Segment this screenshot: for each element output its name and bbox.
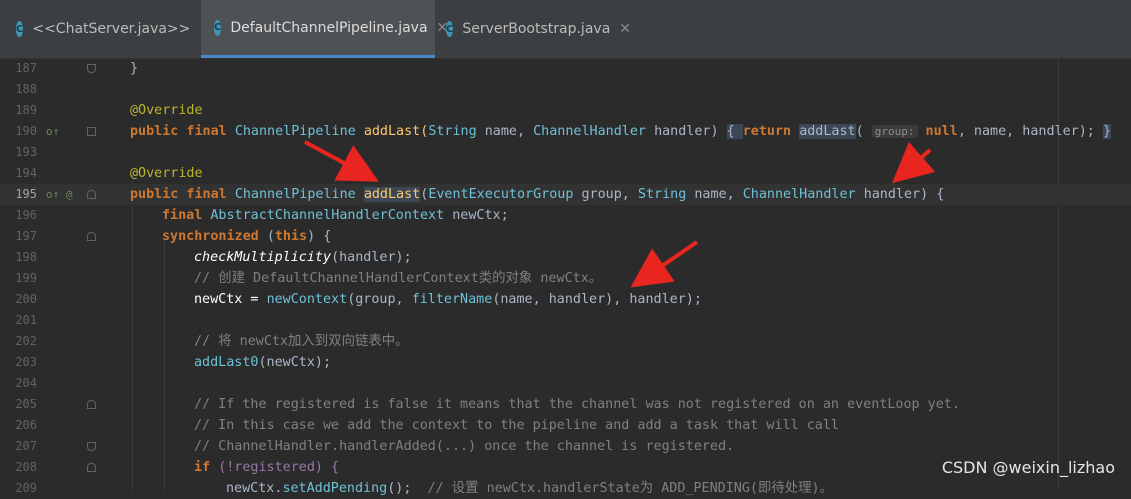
csdn-watermark: CSDN @weixin_lizhao — [941, 458, 1115, 477]
arrow-to-handler-arg — [630, 240, 699, 288]
annotation-arrows — [304, 140, 936, 288]
arrow-to-handler-param — [891, 141, 936, 184]
arrow-to-addlast — [304, 140, 380, 182]
